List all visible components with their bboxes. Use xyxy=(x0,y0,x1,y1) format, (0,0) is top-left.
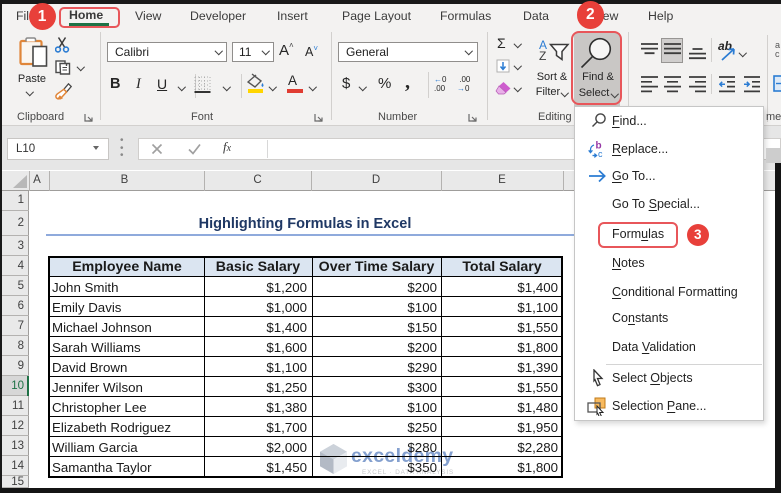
svg-text:c: c xyxy=(598,149,603,159)
